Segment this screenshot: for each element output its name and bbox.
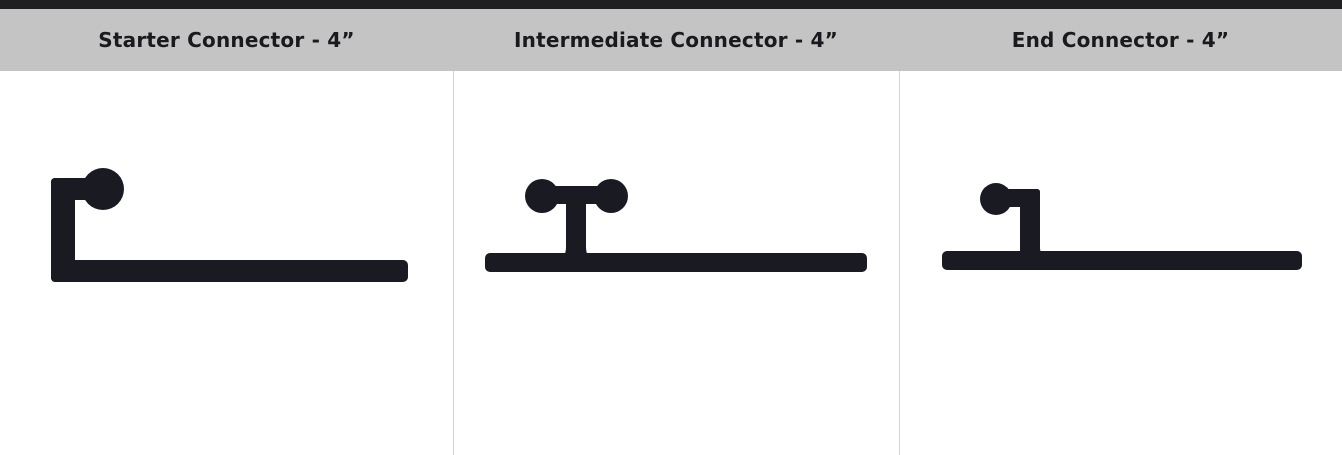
table-body-row: [0, 71, 1342, 455]
top-accent-bar: [0, 0, 1342, 9]
column-header-end: End Connector - 4”: [1011, 28, 1230, 52]
starter-connector-cell: [0, 71, 453, 455]
starter-bulb: [82, 168, 124, 210]
end-connector-profile-icon: [942, 183, 1302, 270]
table-header-row: Starter Connector - 4” Intermediate Conn…: [0, 9, 1342, 71]
intermediate-connector-profile-icon: [485, 179, 867, 272]
intermediate-stem: [566, 199, 586, 259]
intermediate-base-bar: [485, 253, 867, 272]
end-connector-cell: [899, 71, 1342, 455]
column-header-starter: Starter Connector - 4”: [98, 28, 355, 52]
end-base-bar: [942, 251, 1302, 270]
starter-base-bar: [51, 260, 408, 282]
starter-connector-profile-icon: [51, 168, 408, 282]
intermediate-connector-cell: [453, 71, 899, 455]
column-header-intermediate: Intermediate Connector - 4”: [514, 28, 838, 52]
end-stem: [1020, 189, 1040, 261]
